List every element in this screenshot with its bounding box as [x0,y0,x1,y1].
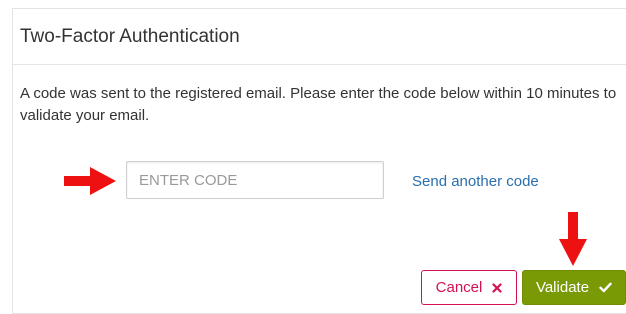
close-icon [492,282,502,293]
instruction-text: A code was sent to the registered email.… [20,85,617,124]
red-arrow-icon [559,212,587,266]
modal-title: Two-Factor Authentication [20,26,240,47]
checkmark-icon [599,282,612,293]
code-input[interactable] [126,161,384,199]
cancel-button-label: Cancel [435,279,483,296]
modal-header: Two-Factor Authentication [13,9,626,65]
red-arrow-icon [64,167,116,195]
validate-button-label: Validate [535,279,590,296]
validate-button[interactable]: Validate [522,270,626,305]
two-factor-modal: Two-Factor Authentication A code was sen… [12,8,626,314]
send-another-code-link[interactable]: Send another code [412,172,539,192]
page: Two-Factor Authentication A code was sen… [0,0,626,314]
cancel-button[interactable]: Cancel [421,270,517,305]
